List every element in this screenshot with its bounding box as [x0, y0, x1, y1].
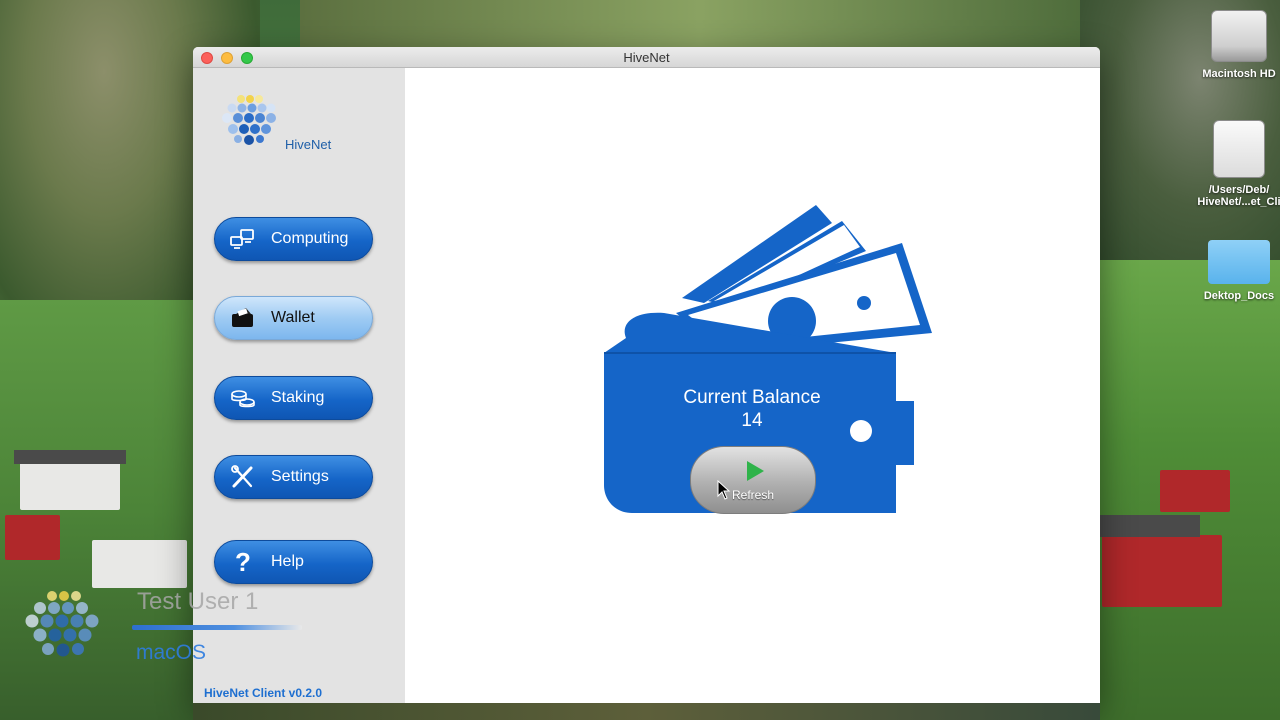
desktop-icon-folder[interactable]: Dektop_Docs	[1184, 240, 1280, 302]
nav-settings-button[interactable]: Settings	[214, 455, 373, 499]
desktop-icon-disk-image[interactable]: /Users/Deb/ HiveNet/...et_Cli	[1184, 120, 1280, 208]
computing-icon	[215, 228, 271, 250]
desktop-icon-macintosh-hd[interactable]: Macintosh HD	[1184, 10, 1280, 80]
nav-settings-label: Settings	[271, 468, 329, 485]
refresh-label: Refresh	[731, 488, 775, 502]
overlay-os-name: macOS	[136, 641, 207, 664]
wallpaper-house	[1102, 535, 1222, 607]
logo-text: HiveNet	[285, 137, 332, 152]
disk-image-icon	[1213, 120, 1265, 178]
nav-computing-label: Computing	[271, 230, 349, 247]
wallpaper-house	[92, 540, 187, 588]
desktop-icon-label: Dektop_Docs	[1203, 290, 1275, 302]
nav-computing-button[interactable]: Computing	[214, 217, 373, 261]
wallpaper-house	[20, 462, 120, 510]
desktop-icon-label: Macintosh HD	[1202, 68, 1276, 80]
balance-display: Current Balance 14	[672, 386, 832, 432]
hard-drive-icon	[1211, 10, 1267, 62]
coins-icon	[215, 387, 271, 409]
wallpaper-house	[5, 515, 60, 560]
nav-staking-label: Staking	[271, 389, 325, 406]
window-title: HiveNet	[623, 50, 670, 65]
balance-title: Current Balance	[683, 387, 821, 408]
nav-staking-button[interactable]: Staking	[214, 376, 373, 420]
play-icon	[747, 461, 764, 481]
tools-icon	[215, 465, 271, 489]
wallet-icon	[215, 307, 271, 329]
mouse-cursor-icon	[717, 480, 731, 500]
client-version: HiveNet Client v0.2.0	[204, 686, 323, 700]
desktop-icon-label: /Users/Deb/ HiveNet/...et_Cli	[1197, 184, 1280, 208]
wallpaper-roof	[1100, 515, 1200, 537]
folder-icon	[1208, 240, 1270, 284]
wallpaper-roof	[14, 450, 126, 464]
nav-wallet-button[interactable]: Wallet	[214, 296, 373, 340]
overlay-divider	[132, 625, 302, 630]
wallet-panel: Current Balance 14 Refresh	[405, 68, 1100, 703]
overlay-hivenet-logo-icon	[25, 591, 99, 657]
question-icon: ?	[235, 546, 251, 577]
nav-wallet-label: Wallet	[271, 309, 315, 326]
nav-help-button[interactable]: ? Help	[214, 540, 373, 584]
refresh-button[interactable]: Refresh	[690, 446, 816, 514]
nav-help-label: Help	[271, 553, 304, 570]
overlay-user-name: Test User 1	[137, 588, 259, 615]
desktop-wallpaper-bottom	[193, 703, 1100, 720]
app-window: HiveNet HiveNet Computing Wallet Staking…	[193, 47, 1100, 703]
title-bar[interactable]: HiveNet	[193, 47, 1100, 68]
balance-value: 14	[741, 410, 763, 431]
wallpaper-house	[1160, 470, 1230, 512]
